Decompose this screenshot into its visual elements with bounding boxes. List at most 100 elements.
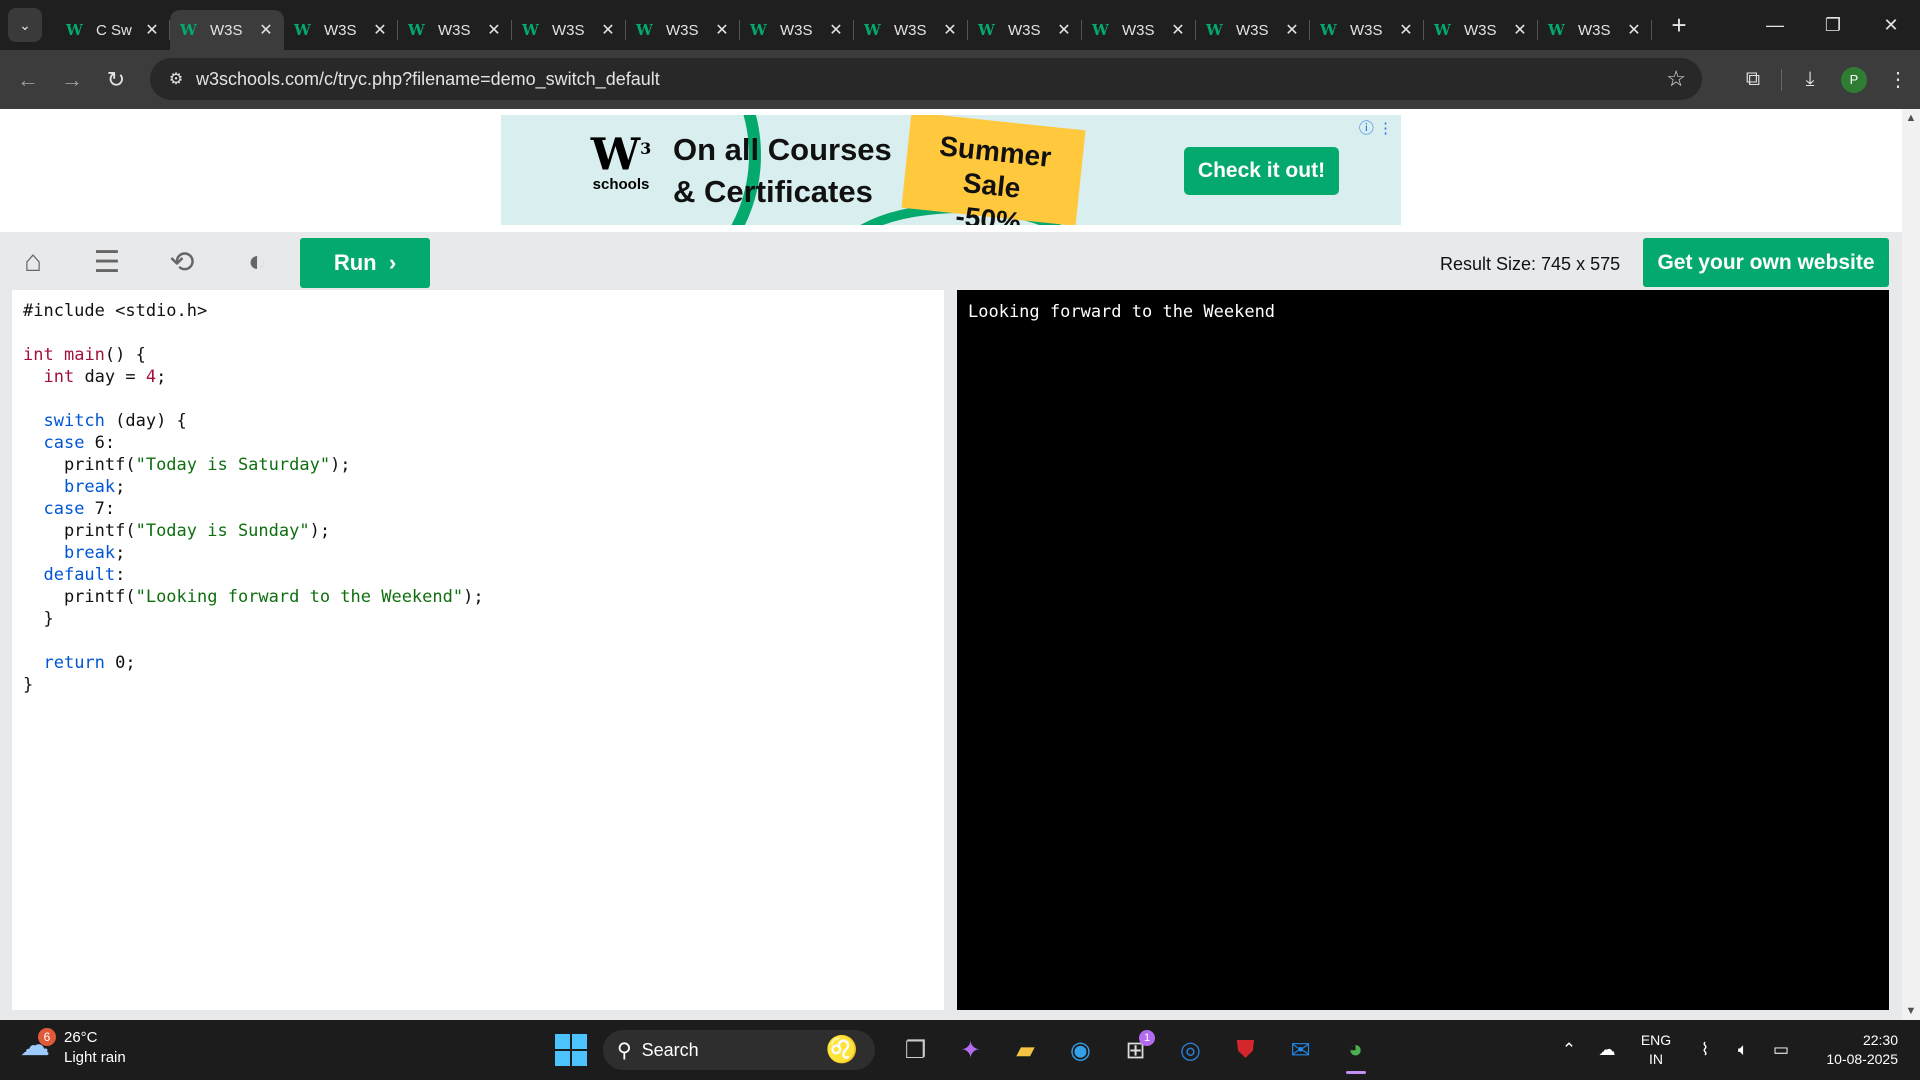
- browser-tab[interactable]: W W3S ✕: [854, 10, 968, 50]
- browser-tab[interactable]: W W3S ✕: [398, 10, 512, 50]
- browser-tab[interactable]: W W3S ✕: [1196, 10, 1310, 50]
- get-website-button[interactable]: Get your own website: [1643, 238, 1889, 287]
- start-button[interactable]: [555, 1034, 587, 1066]
- logo-mark: W: [590, 129, 641, 181]
- tab-search-button[interactable]: ⌄: [8, 8, 42, 42]
- code-editor[interactable]: #include <stdio.h> int main() { int day …: [12, 290, 944, 1010]
- back-button[interactable]: ←: [6, 60, 50, 100]
- ad-info-icon[interactable]: ⓘ ⋮: [1359, 117, 1393, 138]
- mcafee-icon[interactable]: ⛊: [1218, 1030, 1273, 1070]
- menu-icon[interactable]: ⋮: [1876, 60, 1920, 100]
- browser-tab[interactable]: W W3S ✕: [1310, 10, 1424, 50]
- tab-close-icon[interactable]: ✕: [1284, 20, 1300, 40]
- sale-badge: Summer Sale -50%: [901, 115, 1086, 225]
- browser-tab[interactable]: W C Sw ✕: [56, 10, 170, 50]
- tab-close-icon[interactable]: ✕: [1056, 20, 1072, 40]
- edge-icon[interactable]: ◉: [1053, 1030, 1108, 1070]
- code-line: case 6:: [43, 433, 116, 453]
- file-explorer-icon[interactable]: ▰: [998, 1030, 1053, 1070]
- tab-title: W3S: [1350, 21, 1383, 39]
- chevron-right-icon: ›: [388, 250, 397, 275]
- copilot-icon[interactable]: ✦: [943, 1030, 998, 1070]
- dell-icon[interactable]: ◎: [1163, 1030, 1218, 1070]
- time: 22:30: [1862, 1032, 1898, 1048]
- ad-cta-button[interactable]: Check it out!: [1184, 147, 1339, 195]
- run-button[interactable]: Run ›: [300, 238, 430, 288]
- tab-close-icon[interactable]: ✕: [714, 20, 730, 40]
- browser-tab[interactable]: W W3S ✕: [512, 10, 626, 50]
- w3schools-favicon-icon: W: [1092, 21, 1109, 39]
- restore-button[interactable]: ❐: [1804, 0, 1862, 50]
- browser-tab[interactable]: W W3S ✕: [1082, 10, 1196, 50]
- clock[interactable]: 22:30 10-08-2025: [1800, 1031, 1920, 1069]
- store-icon[interactable]: ⊞ 1: [1108, 1030, 1163, 1070]
- profile-button[interactable]: P: [1832, 60, 1876, 100]
- tab-close-icon[interactable]: ✕: [258, 20, 274, 40]
- search-label: Search: [641, 1039, 699, 1060]
- toolbar-actions: ⧉ ⤓ P ⋮: [1731, 50, 1920, 109]
- chevron-up-icon[interactable]: ⌃: [1550, 1040, 1588, 1060]
- tab-title: W3S: [780, 21, 813, 39]
- theme-toggle-icon[interactable]: ◐: [237, 242, 277, 282]
- tab-close-icon[interactable]: ✕: [600, 20, 616, 40]
- menu-icon[interactable]: ☰: [87, 242, 127, 282]
- browser-tab[interactable]: W W3S ✕: [968, 10, 1082, 50]
- tab-title: W3S: [1008, 21, 1041, 39]
- language-indicator[interactable]: ENG IN: [1626, 1031, 1686, 1069]
- address-bar[interactable]: ⚙ w3schools.com/c/tryc.php?filename=demo…: [150, 58, 1702, 100]
- url-text[interactable]: w3schools.com/c/tryc.php?filename=demo_s…: [196, 69, 660, 90]
- ad-headline: On all Courses & Certificates: [673, 129, 892, 213]
- browser-tab[interactable]: W W3S ✕: [284, 10, 398, 50]
- browser-tab[interactable]: W W3S ✕: [626, 10, 740, 50]
- battery-icon[interactable]: ▭: [1762, 1040, 1800, 1060]
- scroll-down-icon[interactable]: ▼: [1902, 1002, 1920, 1020]
- browser-tab[interactable]: W W3S ✕: [740, 10, 854, 50]
- browser-tab[interactable]: W W3S ✕: [1538, 10, 1652, 50]
- minimize-button[interactable]: —: [1746, 0, 1804, 50]
- rotate-layout-icon[interactable]: ⟲: [162, 242, 202, 282]
- tab-title: W3S: [210, 21, 243, 39]
- ad-banner[interactable]: W3 schools On all Courses & Certificates…: [501, 115, 1401, 225]
- w3schools-favicon-icon: W: [636, 21, 653, 39]
- w3schools-favicon-icon: W: [294, 21, 311, 39]
- new-tab-button[interactable]: +: [1662, 8, 1696, 42]
- taskbar-search[interactable]: ⚲ Search ♌: [603, 1030, 875, 1070]
- wifi-icon[interactable]: ⌇: [1686, 1040, 1724, 1060]
- tab-close-icon[interactable]: ✕: [1170, 20, 1186, 40]
- tab-close-icon[interactable]: ✕: [486, 20, 502, 40]
- code-line: #include <stdio.h>: [23, 301, 208, 321]
- onedrive-icon[interactable]: ☁: [1588, 1040, 1626, 1060]
- pinned-apps: ❐ ✦ ▰ ◉ ⊞ 1 ◎ ⛊ ✉ ◕: [888, 1030, 1383, 1074]
- reload-button[interactable]: ↻: [94, 60, 138, 100]
- ad-headline-line-2: & Certificates: [673, 174, 873, 209]
- tab-title: W3S: [1578, 21, 1611, 39]
- bookmark-star-icon[interactable]: ☆: [1666, 66, 1686, 92]
- tab-close-icon[interactable]: ✕: [828, 20, 844, 40]
- tab-close-icon[interactable]: ✕: [1626, 20, 1642, 40]
- site-info-icon[interactable]: ⚙: [156, 69, 196, 89]
- tab-close-icon[interactable]: ✕: [942, 20, 958, 40]
- extensions-icon[interactable]: ⧉: [1731, 60, 1775, 100]
- tab-close-icon[interactable]: ✕: [1398, 20, 1414, 40]
- forward-button[interactable]: →: [50, 60, 94, 100]
- w3schools-favicon-icon: W: [1434, 21, 1451, 39]
- tab-close-icon[interactable]: ✕: [372, 20, 388, 40]
- home-icon[interactable]: ⌂: [13, 242, 53, 282]
- browser-tab[interactable]: W W3S ✕: [1424, 10, 1538, 50]
- toolbar-divider: [1781, 68, 1782, 91]
- tab-close-icon[interactable]: ✕: [144, 20, 160, 40]
- outlook-icon[interactable]: ✉: [1273, 1030, 1328, 1070]
- page-scrollbar[interactable]: ▲ ▼: [1902, 109, 1920, 1020]
- scroll-up-icon[interactable]: ▲: [1902, 109, 1920, 127]
- task-view-icon[interactable]: ❐: [888, 1030, 943, 1070]
- close-window-button[interactable]: ✕: [1862, 0, 1920, 50]
- download-icon[interactable]: ⤓: [1788, 60, 1832, 100]
- chrome-icon[interactable]: ◕: [1328, 1030, 1383, 1074]
- tab-close-icon[interactable]: ✕: [1512, 20, 1528, 40]
- volume-icon[interactable]: 🔈︎: [1724, 1040, 1762, 1060]
- browser-tab[interactable]: W W3S ✕: [170, 10, 284, 50]
- weather-condition: Light rain: [64, 1049, 126, 1066]
- code-line: case 7:: [43, 499, 116, 519]
- weather-widget[interactable]: ☁ 6 26°C Light rain: [20, 1028, 126, 1068]
